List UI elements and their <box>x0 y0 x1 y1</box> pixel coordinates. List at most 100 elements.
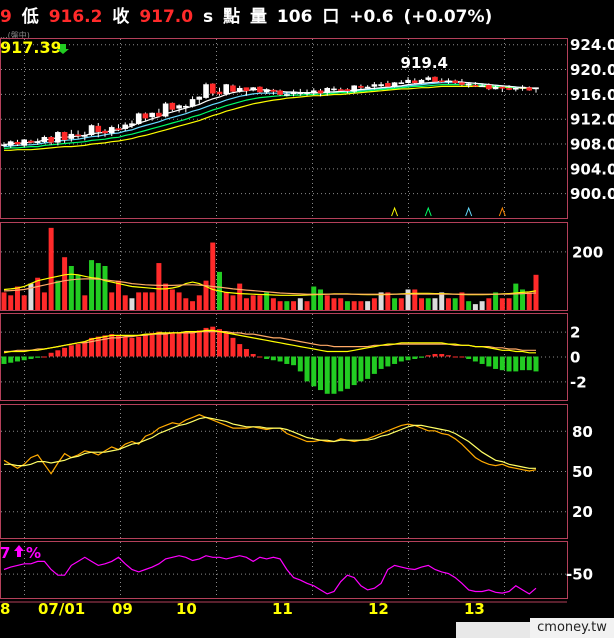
x-tick-6: 13 <box>464 600 485 618</box>
candle-body <box>385 83 391 87</box>
candle-body <box>284 94 290 96</box>
macd-bar <box>223 332 229 357</box>
candle-body <box>48 137 54 143</box>
volume-bar <box>68 266 74 310</box>
macd-bar <box>183 331 189 357</box>
volume-bar <box>243 298 249 310</box>
macd-bar <box>156 331 162 357</box>
candle-body <box>243 87 250 92</box>
volume-bar <box>412 289 418 310</box>
candle-body <box>135 113 142 124</box>
watermark: cmoney.tw <box>530 618 614 638</box>
candle-body <box>465 83 472 86</box>
volume-bar <box>89 260 95 310</box>
macd-bar <box>122 336 128 357</box>
macd-bar <box>149 332 155 357</box>
candle-body <box>95 125 102 133</box>
candle-body <box>216 91 223 95</box>
k-line <box>3 414 537 475</box>
candle-body <box>176 105 182 109</box>
volume-bar <box>445 298 451 310</box>
volume-bar <box>48 227 54 310</box>
candle-body <box>115 128 122 130</box>
macd-bar <box>452 356 458 358</box>
candle-body <box>405 79 411 83</box>
candle-body <box>122 124 129 129</box>
series <box>1 75 539 595</box>
volume-bar <box>270 298 276 310</box>
y-tick-0-2: 916.00 <box>570 86 614 104</box>
candle-body <box>499 86 506 89</box>
candle-body <box>492 86 499 90</box>
volume-bar <box>533 274 539 310</box>
candle-body <box>533 87 539 90</box>
candle-body <box>1 144 7 147</box>
macd-bar <box>513 356 519 372</box>
candle-body <box>445 80 452 83</box>
candle-body <box>68 133 75 139</box>
axis-labels: 924.00 920.00 916.00 912.00 908.00 904.00 900.… <box>0 36 614 618</box>
high-annotation: 919.4 <box>401 54 448 72</box>
macd-bar <box>190 331 196 357</box>
signal-marker-1 <box>424 206 432 217</box>
candle-body <box>189 99 196 107</box>
candle-body <box>486 84 492 90</box>
y-tick-0-3: 912.00 <box>570 111 614 129</box>
volume-bar <box>163 283 169 310</box>
candle-body <box>230 85 236 92</box>
candle-body <box>344 89 351 92</box>
y-tick-0-4: 908.00 <box>570 136 614 154</box>
candle-body <box>432 76 438 82</box>
candle-body <box>156 112 162 117</box>
volume-bar <box>466 301 472 310</box>
macd-bar <box>28 356 34 359</box>
macd-bar <box>270 356 276 361</box>
candle-body <box>61 132 68 141</box>
candle-body <box>452 80 458 83</box>
candle-body <box>82 135 88 137</box>
volume-bar <box>190 301 196 310</box>
macd-bar <box>297 356 303 372</box>
macd-bar <box>351 356 357 386</box>
macd-bar <box>304 356 310 382</box>
volume-bar <box>149 292 155 310</box>
macd-bar <box>439 354 445 357</box>
candle-body <box>277 90 283 95</box>
candle-body <box>290 91 297 95</box>
volume-bar <box>176 292 182 310</box>
candle-body <box>203 84 209 98</box>
volume-bar <box>142 292 148 310</box>
volume-bar <box>156 263 162 310</box>
candle-body <box>149 112 155 118</box>
candle-body <box>28 140 34 143</box>
x-tick-1: 07/01 <box>38 600 85 618</box>
y-tick-2-2: -2 <box>570 373 587 391</box>
volume-bar <box>291 301 297 310</box>
volume-bar <box>331 298 337 310</box>
macd-bar <box>466 356 472 359</box>
volume-bar <box>405 289 411 310</box>
panel-frame-0 <box>0 38 568 219</box>
candle-body <box>391 82 398 87</box>
volume-bar <box>230 295 236 310</box>
candle-body <box>371 84 378 87</box>
macd-bar <box>506 356 512 372</box>
volume-bar <box>398 298 404 310</box>
volume-bar <box>1 292 7 310</box>
volume-bar <box>297 298 303 310</box>
candle-body <box>34 141 41 143</box>
macd-bar <box>486 356 492 367</box>
volume-bar <box>351 301 357 310</box>
volume-bar <box>257 295 263 310</box>
macd-bar <box>520 356 526 371</box>
volume-bar <box>338 298 344 310</box>
y-tick-0-0: 924.00 <box>570 36 614 54</box>
candle-body <box>236 87 243 92</box>
volume-ma-orange <box>3 278 537 295</box>
volume-bar <box>452 298 458 310</box>
candle-body <box>331 88 337 91</box>
macd-bar <box>48 352 54 357</box>
volume-bar <box>284 301 290 310</box>
volume-bar <box>82 295 88 310</box>
y-tick-0-1: 920.00 <box>570 61 614 79</box>
